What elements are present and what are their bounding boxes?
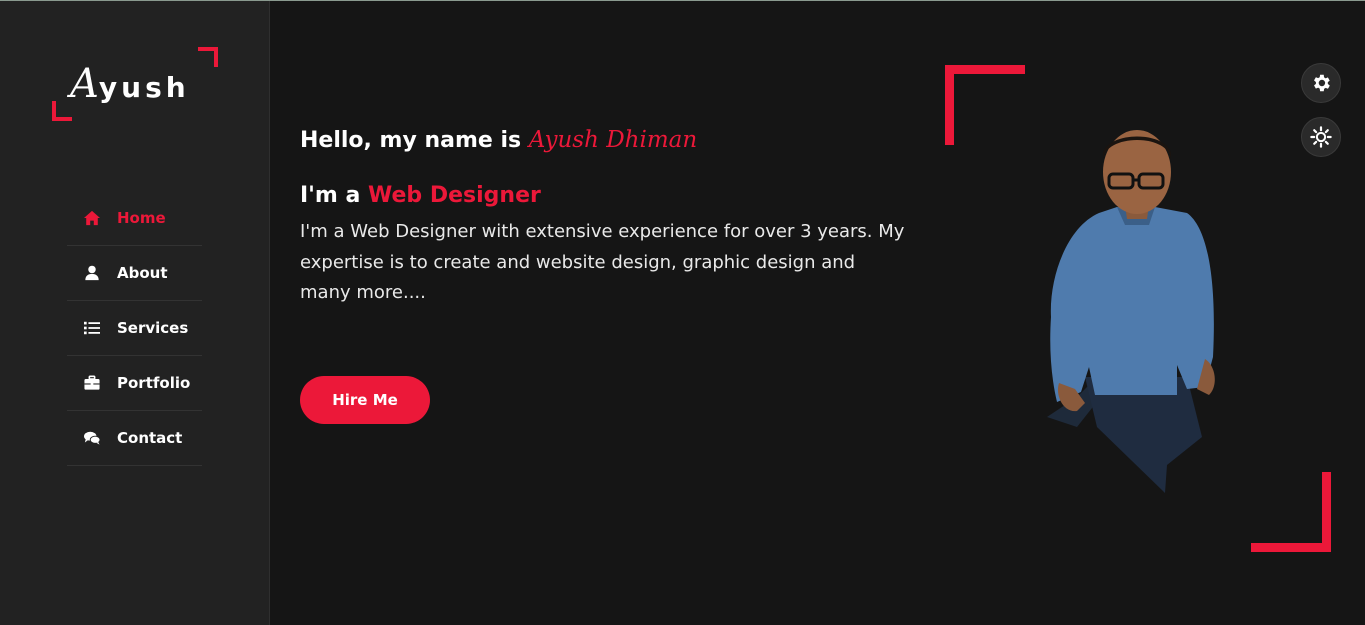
sun-icon — [1310, 126, 1332, 148]
sidebar-item-portfolio[interactable]: Portfolio — [67, 356, 202, 411]
profile-photo — [1047, 130, 1215, 493]
logo-initial: A — [70, 61, 99, 107]
logo[interactable]: Ayush — [52, 47, 218, 121]
sidebar-item-label: Contact — [117, 429, 183, 447]
role-title: Web Designer — [368, 183, 541, 208]
user-icon — [81, 264, 103, 282]
gear-icon — [1314, 74, 1330, 92]
sidebar-item-services[interactable]: Services — [67, 301, 202, 356]
sidebar-item-home[interactable]: Home — [67, 191, 202, 246]
logo-corner-top-right — [198, 47, 218, 67]
sidebar: Ayush Home About Services Portfolio Cont… — [0, 1, 270, 625]
sidebar-item-label: Portfolio — [117, 374, 191, 392]
logo-name: yush — [98, 71, 190, 104]
logo-corner-bottom-left — [52, 101, 72, 121]
briefcase-icon — [81, 374, 103, 392]
frame-corner-top-left — [945, 65, 1025, 145]
role-prefix: I'm a — [300, 183, 361, 208]
frame-corner-bottom-right — [1251, 472, 1331, 552]
hire-me-button[interactable]: Hire Me — [300, 376, 430, 424]
sidebar-item-about[interactable]: About — [67, 246, 202, 301]
list-icon — [81, 319, 103, 337]
person-name: Ayush Dhiman — [528, 127, 698, 153]
sidebar-item-label: Services — [117, 319, 189, 337]
greeting-heading: Hello, my name is Ayush Dhiman — [300, 127, 697, 153]
home-section: Hello, my name is Ayush Dhiman I'm a Web… — [271, 1, 1365, 625]
comments-icon — [81, 429, 103, 447]
sidebar-item-label: About — [117, 264, 168, 282]
greeting-text: Hello, my name is — [300, 128, 522, 153]
sidebar-item-contact[interactable]: Contact — [67, 411, 202, 466]
home-icon — [81, 209, 103, 227]
role-heading: I'm a Web Designer — [300, 183, 541, 208]
bio-description: I'm a Web Designer with extensive experi… — [300, 221, 905, 303]
day-night-toggle[interactable] — [1301, 117, 1341, 157]
style-switcher-button[interactable] — [1301, 63, 1341, 103]
logo-text: Ayush — [70, 61, 190, 107]
sidebar-nav: Home About Services Portfolio Contact — [67, 191, 202, 466]
sidebar-item-label: Home — [117, 209, 166, 227]
